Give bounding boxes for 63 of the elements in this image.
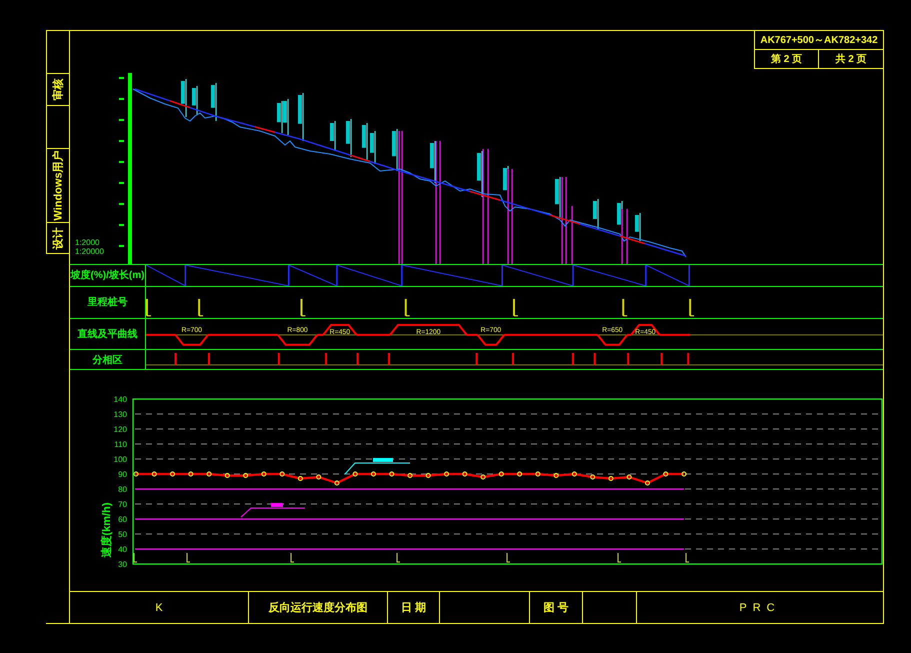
speed-point: [590, 474, 596, 480]
page-number: 第 2 页: [755, 50, 819, 68]
annotation-leader: [240, 503, 306, 518]
y-tick-label: 70: [118, 500, 127, 510]
y-tick-label: 40: [118, 545, 127, 554]
drawing-id: K: [155, 602, 163, 614]
speed-point: [280, 472, 285, 477]
speed-point: [298, 476, 303, 482]
speed-point: [408, 473, 412, 478]
reviewer-label: 审核: [51, 78, 66, 100]
y-axis-title: 速度(km/h): [101, 502, 113, 558]
speed-point: [389, 472, 394, 477]
page-total: 共 2 页: [834, 52, 868, 67]
speed-point: [224, 473, 230, 478]
user-label: Windows用户: [51, 150, 66, 221]
y-tick-label: 60: [118, 515, 127, 524]
speed-point: [426, 473, 431, 478]
speed-point: [626, 474, 632, 480]
y-tick-label: 130: [114, 410, 127, 420]
mileage-range: AK767+500～AK782+342: [755, 31, 883, 50]
y-tick-label: 110: [114, 440, 127, 450]
speed-point: [243, 473, 248, 478]
drawing-number-label: 图 号: [543, 601, 569, 616]
speed-point: [316, 474, 322, 480]
curve-row-label: 直线及平曲线: [78, 328, 138, 341]
speed-point: [608, 476, 614, 482]
y-tick-label: 30: [118, 560, 127, 570]
drawing-title: 反向运行速度分布图: [268, 600, 368, 616]
date-label: 日 期: [400, 600, 426, 616]
speed-point: [261, 472, 266, 477]
phase-row-label: 分相区: [92, 354, 122, 367]
speed-point: [535, 472, 540, 477]
y-tick-label: 100: [114, 455, 127, 464]
scale-label: 1:2000: [75, 238, 100, 247]
speed-point: [370, 472, 376, 477]
speed-point: [480, 474, 486, 480]
slope-row-label: 坡度(%)/坡长(m): [70, 268, 144, 282]
scale-label: 1:20000: [75, 247, 104, 256]
y-tick-label: 50: [118, 530, 127, 540]
speed-point: [170, 472, 176, 477]
speed-point: [462, 472, 468, 477]
y-tick-label: 90: [118, 470, 127, 480]
speed-point: [682, 472, 686, 477]
speed-point: [188, 472, 194, 477]
annotation-leader: [344, 458, 410, 475]
speed-point: [517, 472, 522, 477]
y-tick-label: 120: [114, 425, 127, 434]
speed-point: [498, 472, 504, 477]
project-code: PRC: [739, 602, 781, 614]
speed-point: [134, 472, 138, 477]
speed-point: [152, 472, 157, 477]
speed-point: [334, 480, 340, 486]
speed-point: [572, 472, 577, 477]
speed-point: [644, 480, 650, 486]
speed-point: [554, 473, 559, 478]
y-tick-label: 140: [114, 395, 127, 404]
mileage-row-label: 里程桩号: [88, 295, 128, 310]
speed-point: [352, 472, 358, 477]
designer-label: 设计: [51, 227, 66, 249]
speed-point: [663, 472, 668, 477]
speed-point: [444, 472, 450, 477]
speed-point: [206, 472, 212, 477]
y-tick-label: 80: [118, 485, 127, 494]
